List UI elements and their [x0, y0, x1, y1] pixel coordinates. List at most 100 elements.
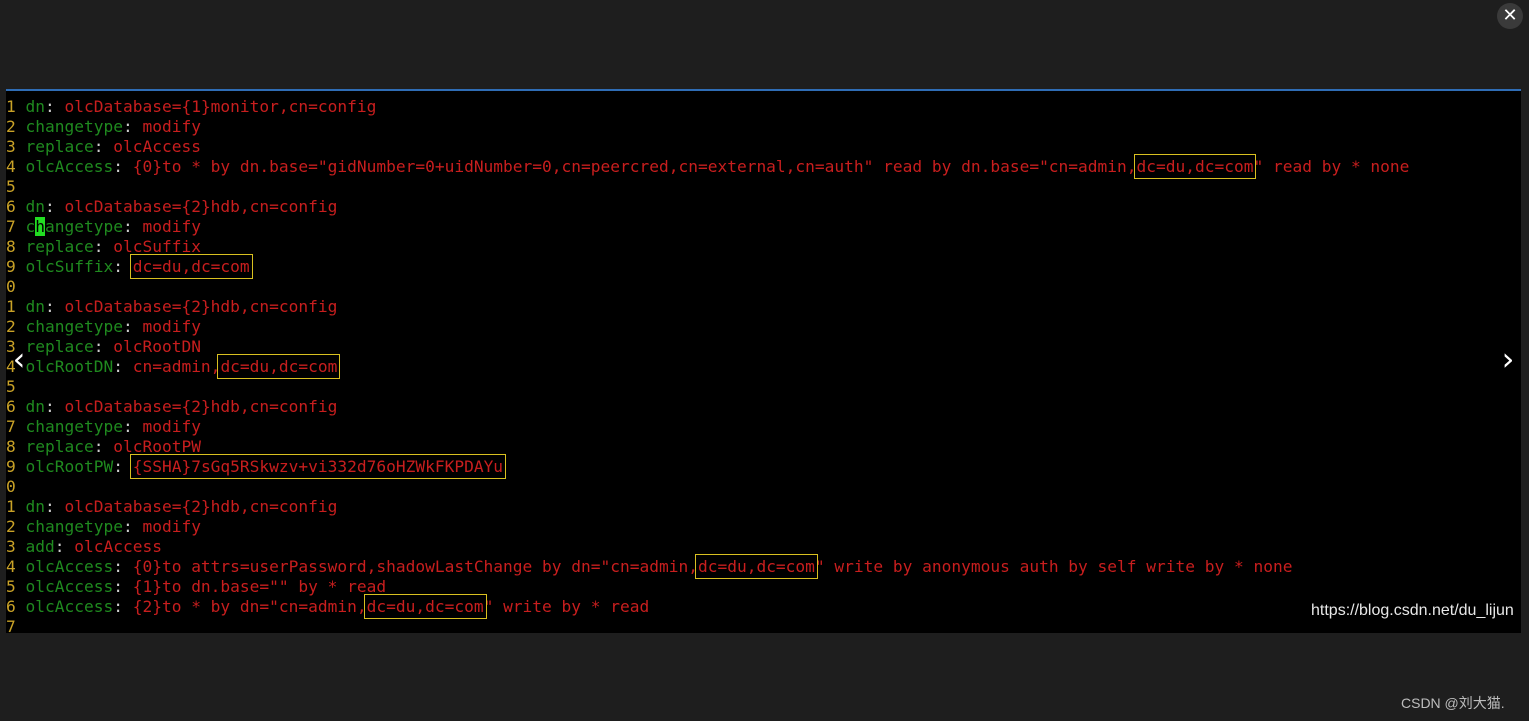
line-value: olcDatabase={2}hdb,cn=config	[54, 497, 338, 516]
line-number: 2	[6, 117, 16, 136]
line-separator: :	[45, 397, 55, 416]
line-number: 3	[6, 537, 16, 556]
line-value	[123, 457, 133, 476]
code-line: 3 replace: olcAccess	[6, 137, 1409, 157]
code-line: 4 olcAccess: {0}to attrs=userPassword,sh…	[6, 554, 1409, 579]
code-line: 2 changetype: modify	[6, 117, 1409, 137]
line-key: replace	[25, 437, 94, 456]
line-key: changetype	[25, 417, 123, 436]
close-icon: ✕	[1502, 5, 1518, 25]
line-number: 8	[6, 237, 16, 256]
highlighted-value: dc=du,dc=com	[363, 594, 487, 619]
line-value: {1}to dn.base="" by * read	[122, 577, 387, 596]
line-value: cn=admin,	[122, 357, 221, 376]
terminal-code-listing: 1 dn: olcDatabase={1}monitor,cn=config 2 …	[6, 97, 1409, 633]
close-button[interactable]: ✕	[1497, 3, 1523, 29]
highlighted-value: dc=du,dc=com	[129, 254, 253, 279]
line-number: 6	[6, 397, 16, 416]
code-line: 1 dn: olcDatabase={2}hdb,cn=config	[6, 497, 1409, 517]
line-separator: :	[45, 297, 55, 316]
previous-image-button[interactable]: ‹	[5, 343, 33, 378]
line-key: changetype	[25, 517, 123, 536]
line-key: olcSuffix	[25, 257, 114, 276]
line-number: 5	[6, 577, 16, 596]
line-key: dn	[25, 297, 46, 316]
line-value-rest: " write by * read	[483, 597, 650, 616]
line-separator: :	[54, 537, 65, 556]
line-number: 3	[6, 137, 16, 156]
highlighted-value: dc=du,dc=com	[1133, 154, 1257, 179]
line-separator: :	[122, 417, 133, 436]
line-value: {0}to * by dn.base="gidNumber=0+uidNumbe…	[122, 157, 1137, 176]
code-line: 9 olcRootPW: {SSHA}7sGq5RSkwzv+vi332d76o…	[6, 454, 1409, 479]
code-line: 2 changetype: modify	[6, 517, 1409, 537]
line-value: modify	[132, 117, 201, 136]
line-key: c	[25, 217, 36, 236]
line-value-rest: " read by * none	[1253, 157, 1410, 176]
line-number: 7	[6, 617, 16, 633]
line-separator: :	[113, 557, 123, 576]
watermark-url: https://blog.csdn.net/du_lijun	[1311, 602, 1514, 619]
code-line: 0	[6, 477, 1409, 497]
code-line: 3 replace: olcRootDN	[6, 337, 1409, 357]
highlighted-value: dc=du,dc=com	[694, 554, 818, 579]
line-value: modify	[132, 317, 201, 336]
code-line: 5	[6, 377, 1409, 397]
line-key: olcAccess	[25, 577, 114, 596]
highlighted-value: {SSHA}7sGq5RSkwzv+vi332d76oHZWkFKPDAYu	[129, 454, 507, 479]
line-number: 2	[6, 517, 16, 536]
line-value: olcAccess	[64, 537, 162, 556]
line-number: 6	[6, 597, 16, 616]
line-separator: :	[122, 317, 133, 336]
line-number: 1	[6, 297, 16, 316]
line-separator: :	[113, 357, 123, 376]
line-key: dn	[25, 197, 46, 216]
chevron-left-icon: ‹	[12, 340, 26, 378]
line-value: olcDatabase={2}hdb,cn=config	[54, 297, 338, 316]
code-line: 8 replace: olcRootPW	[6, 437, 1409, 457]
line-number: 2	[6, 317, 16, 336]
line-value: modify	[132, 217, 201, 236]
line-value	[123, 257, 133, 276]
line-separator: :	[122, 117, 133, 136]
line-key: olcRootPW	[25, 457, 114, 476]
line-value-rest: " write by anonymous auth by self write …	[814, 557, 1293, 576]
line-key: changetype	[25, 117, 123, 136]
line-separator: :	[45, 197, 55, 216]
line-key: replace	[25, 137, 94, 156]
code-line: 8 replace: olcSuffix	[6, 237, 1409, 257]
code-line: 7 changetype: modify	[6, 217, 1409, 237]
line-number: 9	[6, 457, 16, 476]
line-separator: :	[45, 97, 55, 116]
line-number: 6	[6, 197, 16, 216]
line-key: olcAccess	[25, 157, 114, 176]
line-value: olcDatabase={1}monitor,cn=config	[54, 97, 377, 116]
line-key: olcAccess	[25, 597, 114, 616]
line-value: {0}to attrs=userPassword,shadowLastChang…	[122, 557, 698, 576]
line-separator: :	[122, 217, 133, 236]
next-image-button[interactable]: ›	[1494, 343, 1522, 378]
line-separator: :	[113, 597, 123, 616]
code-line: 1 dn: olcDatabase={2}hdb,cn=config	[6, 297, 1409, 317]
code-line: 5	[6, 177, 1409, 197]
line-key: replace	[25, 237, 94, 256]
line-key: olcAccess	[25, 557, 114, 576]
line-separator: :	[113, 457, 123, 476]
code-line: 6 dn: olcDatabase={2}hdb,cn=config	[6, 197, 1409, 217]
line-key: dn	[25, 497, 46, 516]
line-value: olcAccess	[103, 137, 201, 156]
image-viewer-panel: 1 dn: olcDatabase={1}monitor,cn=config 2 …	[6, 89, 1521, 633]
code-line: 3 add: olcAccess	[6, 537, 1409, 557]
line-value: olcDatabase={2}hdb,cn=config	[54, 397, 338, 416]
line-separator: :	[113, 157, 123, 176]
code-line: 9 olcSuffix: dc=du,dc=com	[6, 254, 1409, 279]
line-number: 7	[6, 217, 16, 236]
line-number: 0	[6, 277, 16, 296]
text-cursor: h	[35, 217, 45, 236]
line-value: olcDatabase={2}hdb,cn=config	[54, 197, 338, 216]
code-line: 6 dn: olcDatabase={2}hdb,cn=config	[6, 397, 1409, 417]
line-value: modify	[132, 517, 201, 536]
line-number: 5	[6, 377, 16, 396]
code-line: 4 olcRootDN: cn=admin,dc=du,dc=com	[6, 354, 1409, 379]
line-number: 1	[6, 497, 16, 516]
